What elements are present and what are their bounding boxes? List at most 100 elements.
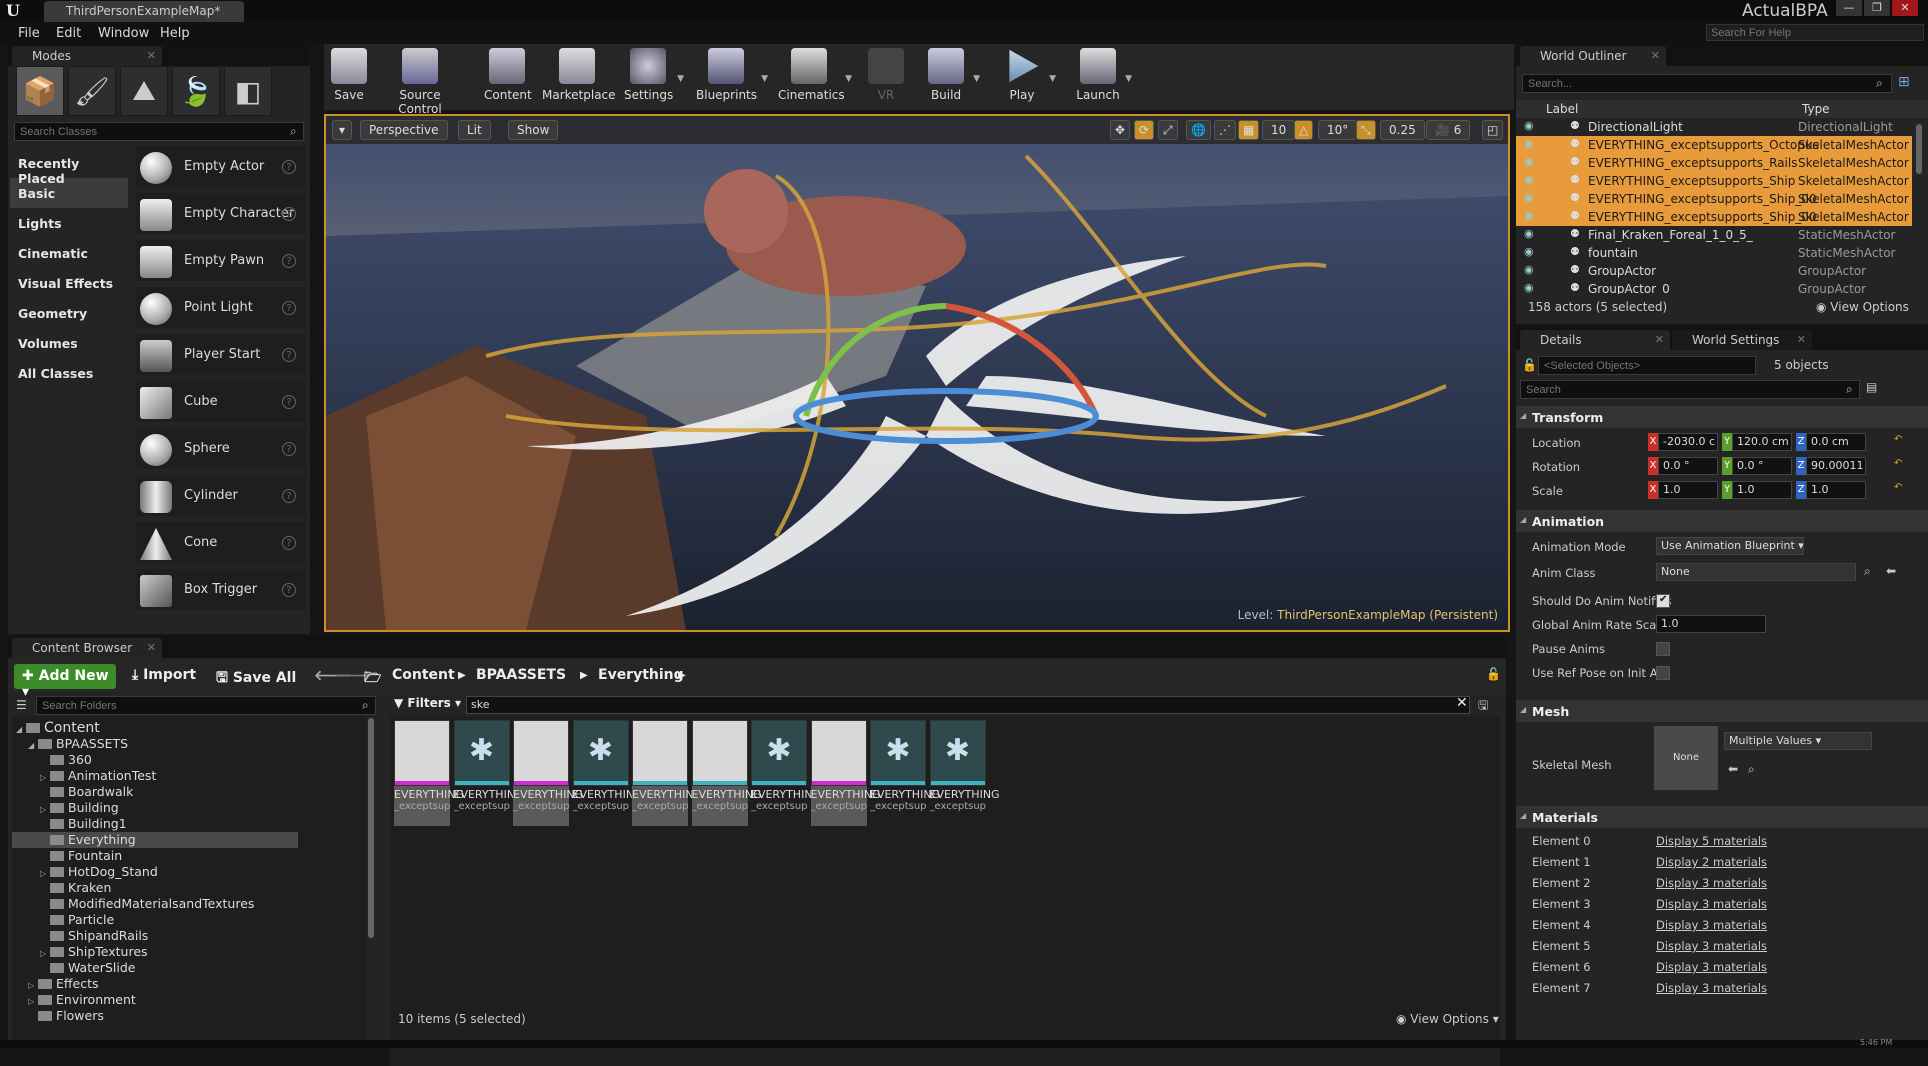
rotate-icon[interactable]: ⟳ [1134, 120, 1155, 140]
world-local-icon[interactable]: 🌐 [1186, 120, 1211, 140]
location-z-field[interactable]: 0.0 cm [1806, 433, 1866, 451]
eye-icon[interactable]: ◉ [1524, 245, 1534, 258]
play-button[interactable]: Play ▼ [1000, 48, 1056, 108]
folder-tree-item[interactable]: WaterSlide [40, 960, 135, 976]
folder-tree-item[interactable]: ▷ HotDog_Stand [40, 864, 158, 880]
maximize-icon[interactable]: ❐ [1864, 0, 1890, 16]
folder-tree-item[interactable]: ▷ ShipTextures [40, 944, 148, 960]
breadcrumb-bpaassets[interactable]: BPAASSETS [476, 667, 566, 683]
asset-tile[interactable]: ✱ EVERYTHING_exceptsupports [572, 720, 643, 826]
asset-tile[interactable]: ✱ EVERYTHING_exceptsupports [453, 720, 524, 826]
close-icon[interactable]: ✕ [1655, 333, 1664, 346]
grid-snap-icon[interactable]: ▦ [1238, 120, 1260, 140]
menu-edit[interactable]: Edit [56, 26, 81, 41]
section-mesh[interactable]: Mesh [1516, 700, 1928, 722]
document-tab[interactable]: ThirdPersonExampleMap* [44, 1, 244, 22]
folder-tree-item[interactable]: Everything [12, 832, 298, 848]
folder-tree-item[interactable]: ▷ Building [40, 800, 119, 816]
tab-modes[interactable]: Modes ✕ [12, 46, 162, 66]
tab-details[interactable]: Details ✕ [1520, 330, 1670, 350]
anim-rate-field[interactable]: 1.0 [1656, 615, 1766, 633]
paint-mode-icon[interactable]: 🖌 [68, 66, 116, 116]
help-icon[interactable]: ? [282, 254, 296, 268]
breadcrumb-everything[interactable]: Everything [598, 667, 684, 683]
outliner-row[interactable]: ◉ ⚉ EVERYTHING_exceptsupports_Octopus Skele… [1516, 136, 1912, 154]
outliner-row[interactable]: ◉ ⚉ fountain StaticMeshActor [1516, 244, 1912, 262]
help-icon[interactable]: ? [282, 348, 296, 362]
rotation-y-field[interactable]: 0.0 ° [1732, 457, 1792, 475]
clear-search-icon[interactable]: ✕ [1456, 695, 1468, 711]
material-display-link[interactable]: Display 3 materials [1656, 918, 1767, 932]
import-button[interactable]: ⤓ Import [132, 667, 196, 683]
tree-expander-icon[interactable]: ▷ [40, 949, 50, 958]
material-display-link[interactable]: Display 3 materials [1656, 981, 1767, 995]
outliner-row[interactable]: ◉ ⚉ EVERYTHING_exceptsupports_Ship Skeletal… [1516, 172, 1912, 190]
class-item[interactable]: Empty Character? [136, 193, 306, 237]
tab-world-outliner[interactable]: World Outliner ✕ [1520, 46, 1666, 66]
tree-expander-icon[interactable]: ◢ [16, 725, 26, 734]
level-viewport[interactable]: ▾ Perspective Lit Show ✥ ⟳ ⤢ 🌐 ⋰ ▦ 10 △ … [324, 114, 1510, 632]
close-icon[interactable]: ✕ [1797, 333, 1806, 346]
folder-tree-item[interactable]: Building1 [40, 816, 127, 832]
skeletal-mesh-dropdown[interactable]: Multiple Values ▾ [1724, 732, 1872, 750]
camera-speed-button[interactable]: 🎥 6 [1426, 120, 1471, 140]
marketplace-button[interactable]: Marketplace [542, 48, 616, 108]
chevron-down-icon[interactable]: ▼ [1049, 74, 1056, 84]
surface-snap-icon[interactable]: ⋰ [1214, 120, 1236, 140]
folder-tree-item[interactable]: 360 [40, 752, 92, 768]
reset-arrow-icon[interactable]: ↶ [1894, 434, 1902, 445]
menu-help[interactable]: Help [160, 26, 190, 41]
save-button[interactable]: Save [330, 48, 368, 108]
location-y-field[interactable]: 120.0 cm [1732, 433, 1792, 451]
scale-y-field[interactable]: 1.0 [1732, 481, 1792, 499]
mesh-thumbnail[interactable]: None [1654, 726, 1718, 790]
asset-tile[interactable]: ✱ EVERYTHING_exceptsupports [870, 720, 940, 826]
close-icon[interactable]: ✕ [147, 49, 156, 62]
search-classes-input[interactable] [14, 122, 304, 141]
outliner-row[interactable]: ◉ ⚉ EVERYTHING_exceptsupports_Ship_00 Skele… [1516, 208, 1912, 226]
eye-icon[interactable]: ◉ [1524, 191, 1534, 204]
help-search-input[interactable] [1706, 24, 1924, 41]
help-icon[interactable]: ? [282, 536, 296, 550]
scale-snap-icon[interactable]: ⤡ [1356, 120, 1376, 140]
asset-search-input[interactable]: ske [466, 696, 1470, 714]
property-matrix-icon[interactable]: ▤ [1866, 380, 1877, 394]
chevron-down-icon[interactable]: ▼ [677, 74, 684, 84]
viewport-options-button[interactable]: ▾ [332, 120, 353, 140]
geometry-mode-icon[interactable]: ◧ [224, 66, 272, 116]
folder-tree-item[interactable]: Boardwalk [40, 784, 133, 800]
outliner-row[interactable]: ◉ ⚉ Final_Kraken_Foreal_1_0_5_ StaticMeshAc… [1516, 226, 1912, 244]
chevron-down-icon[interactable]: ▼ [1125, 74, 1132, 84]
save-all-button[interactable]: 🖫 Save All [216, 667, 296, 691]
chevron-down-icon[interactable]: ▼ [845, 74, 852, 84]
scale-snap-value[interactable]: 0.25 [1380, 120, 1425, 140]
scale-icon[interactable]: ⤢ [1158, 120, 1178, 140]
animation-mode-dropdown[interactable]: Use Animation Blueprint ▾ [1656, 537, 1804, 555]
rotation-snap-value[interactable]: 10° [1318, 120, 1358, 140]
help-icon[interactable]: ? [282, 301, 296, 315]
folder-tree-item[interactable]: ◢ BPAASSETS [28, 736, 128, 752]
foliage-mode-icon[interactable]: 🍃 [172, 66, 220, 116]
folder-tree-item[interactable]: Fountain [40, 848, 122, 864]
column-type[interactable]: Type [1802, 102, 1830, 116]
scale-label[interactable]: Scale [1532, 484, 1563, 498]
perspective-button[interactable]: Perspective [360, 120, 448, 140]
tree-expander-icon[interactable]: ▷ [28, 981, 38, 990]
search-folders-input[interactable] [36, 696, 376, 715]
anim-notifies-checkbox[interactable]: ✔ [1656, 594, 1670, 608]
asset-tile[interactable]: EVERYTHING_exceptsupports [513, 720, 583, 826]
close-icon[interactable]: ✕ [1892, 0, 1918, 16]
use-selected-icon[interactable]: ⬅ [1728, 762, 1738, 776]
reset-arrow-icon[interactable]: ↶ [1894, 458, 1902, 469]
asset-tile[interactable]: EVERYTHING_exceptsupports [810, 720, 881, 826]
maximize-viewport-icon[interactable]: ◰ [1482, 120, 1504, 140]
minimize-icon[interactable]: — [1836, 0, 1862, 16]
tab-world-settings[interactable]: World Settings ✕ [1672, 330, 1812, 350]
material-display-link[interactable]: Display 3 materials [1656, 876, 1767, 890]
source-control-button[interactable]: Source Control [380, 48, 460, 116]
outliner-row[interactable]: ◉ ⚉ EVERYTHING_exceptsupports_Rails Skeleta… [1516, 154, 1912, 172]
menu-window[interactable]: Window [98, 26, 149, 41]
eye-icon[interactable]: ◉ [1524, 119, 1534, 132]
save-search-icon[interactable]: 🖫 [1478, 696, 1488, 717]
asset-view-options[interactable]: ◉ View Options ▾ [1396, 1012, 1499, 1026]
